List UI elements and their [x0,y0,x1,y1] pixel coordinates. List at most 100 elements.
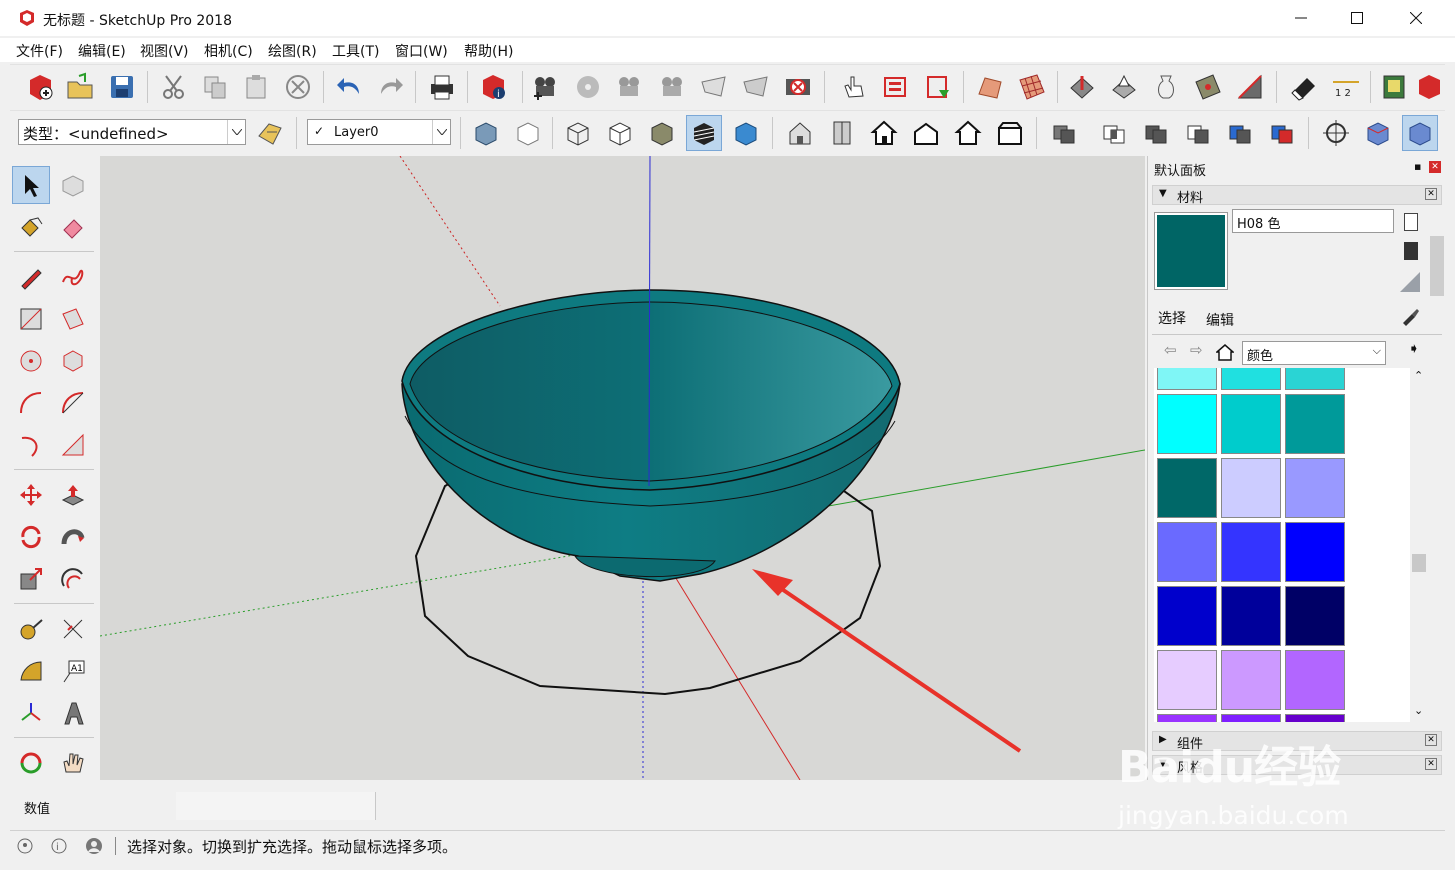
sandbox-flip-button[interactable] [1190,69,1226,105]
more-tools-button[interactable] [1412,69,1448,105]
intersect-button[interactable] [1096,115,1132,151]
circle-tool[interactable] [12,342,50,380]
print-button[interactable] [424,69,460,105]
color-swatch[interactable] [1285,586,1345,646]
pie-tool[interactable] [54,426,92,464]
sandbox-grid-button[interactable] [1014,69,1050,105]
menu-window[interactable]: 窗口(W) [395,41,448,61]
save-button[interactable] [104,69,140,105]
subtract-button[interactable] [1180,115,1216,151]
menu-file[interactable]: 文件(F) [16,41,63,61]
color-swatch[interactable] [1157,586,1217,646]
back-arrow-icon[interactable]: ⇦ [1164,341,1177,359]
color-swatch[interactable] [1221,522,1281,582]
rotated-rectangle-tool[interactable] [54,300,92,338]
cut-button[interactable] [156,69,192,105]
color-swatch[interactable] [1285,394,1345,454]
library-dropdown[interactable]: 颜色 ⌵ [1242,341,1386,365]
color-swatch[interactable] [1157,458,1217,518]
entity-type-dropdown[interactable]: 类型：<undefined> [18,119,246,145]
rotate-tool[interactable] [12,518,50,556]
tray-scroll-thumb[interactable] [1430,236,1444,296]
geolocation-icon[interactable] [16,837,34,855]
eyedropper-icon[interactable] [1400,306,1420,326]
entity-info-button[interactable] [252,115,288,151]
copy-button[interactable] [197,69,233,105]
sandbox-drape-button[interactable] [1106,69,1142,105]
display-secondary-icon[interactable] [1404,213,1418,231]
color-swatch[interactable] [1221,394,1281,454]
axes-tool[interactable] [12,694,50,732]
component-tool[interactable] [54,166,92,204]
push-pull-tool[interactable] [54,476,92,514]
hidden-line-button[interactable] [602,115,638,151]
erase-button[interactable] [280,69,316,105]
paste-button[interactable] [238,69,274,105]
material-name-input[interactable]: H08 色 [1232,209,1394,233]
materials-panel-header[interactable]: ▼ 材料 ✕ [1152,185,1442,206]
follow-me-tool[interactable] [54,518,92,556]
section-plane-button[interactable] [1360,115,1396,151]
warehouse-button[interactable] [878,69,914,105]
rectangle-tool[interactable] [12,300,50,338]
line-tool[interactable] [12,258,50,296]
layer-dropdown[interactable]: ✓ Layer0 [307,119,451,145]
scene-plane-button[interactable] [696,69,732,105]
camera-options-button[interactable] [612,69,648,105]
pin-icon[interactable]: ▪ [1414,160,1421,173]
panel-close-icon[interactable]: ✕ [1425,758,1437,770]
position-camera-button[interactable] [1318,115,1354,151]
maximize-button[interactable] [1329,0,1385,36]
shaded-button[interactable] [644,115,680,151]
color-swatch[interactable] [1221,458,1281,518]
right-view-button[interactable] [908,115,944,151]
union-button[interactable] [1138,115,1174,151]
color-swatch[interactable] [1157,368,1217,390]
tab-edit[interactable]: 编辑 [1206,310,1234,330]
dimension-button[interactable]: 1 2 [1328,69,1364,105]
color-swatch[interactable] [1285,650,1345,710]
tab-select[interactable]: 选择 [1158,308,1186,328]
measurements-input[interactable] [176,792,376,820]
front-view-button[interactable] [866,115,902,151]
freehand-tool[interactable] [54,258,92,296]
menu-camera[interactable]: 相机(C) [204,41,253,61]
panel-close-icon[interactable]: ✕ [1425,188,1437,200]
section-display-button[interactable] [1402,115,1438,151]
wireframe-button[interactable] [560,115,596,151]
two-point-arc-tool[interactable] [54,384,92,422]
arc-tool[interactable] [12,384,50,422]
panel-close-icon[interactable]: ✕ [1425,734,1437,746]
trim-button[interactable] [1222,115,1258,151]
new-model-button[interactable] [22,69,58,105]
tape-measure-tool[interactable] [12,610,50,648]
create-material-icon[interactable] [1404,242,1418,260]
select-tool[interactable] [12,166,50,204]
color-swatch[interactable] [1221,586,1281,646]
tray-close-icon[interactable]: ✕ [1429,161,1441,173]
pan-tool[interactable] [54,744,92,782]
paint-bucket-tool[interactable] [12,208,50,246]
add-camera-button[interactable] [528,69,564,105]
sandbox-smoove-button[interactable] [972,69,1008,105]
scroll-thumb[interactable] [1412,554,1426,572]
menu-edit[interactable]: 编辑(E) [78,41,126,61]
back-view-button[interactable] [950,115,986,151]
close-button[interactable] [1388,0,1444,36]
scene-plane-2-button[interactable] [738,69,774,105]
menu-help[interactable]: 帮助(H) [464,41,513,61]
polygon-tool[interactable] [54,342,92,380]
menu-tools[interactable]: 工具(T) [332,41,379,61]
tray-scrollbar[interactable]: ⌄ [1430,236,1444,780]
color-swatch[interactable] [1221,368,1281,390]
color-swatch[interactable] [1285,458,1345,518]
monochrome-button[interactable] [728,115,764,151]
color-swatch[interactable] [1157,522,1217,582]
color-swatch[interactable] [1285,368,1345,390]
three-point-arc-tool[interactable] [12,426,50,464]
color-swatch[interactable] [1285,522,1345,582]
camera-disc-button[interactable] [570,69,606,105]
menu-view[interactable]: 视图(V) [140,41,189,61]
iso-view-button[interactable] [782,115,818,151]
sandbox-stamp-button[interactable] [1064,69,1100,105]
